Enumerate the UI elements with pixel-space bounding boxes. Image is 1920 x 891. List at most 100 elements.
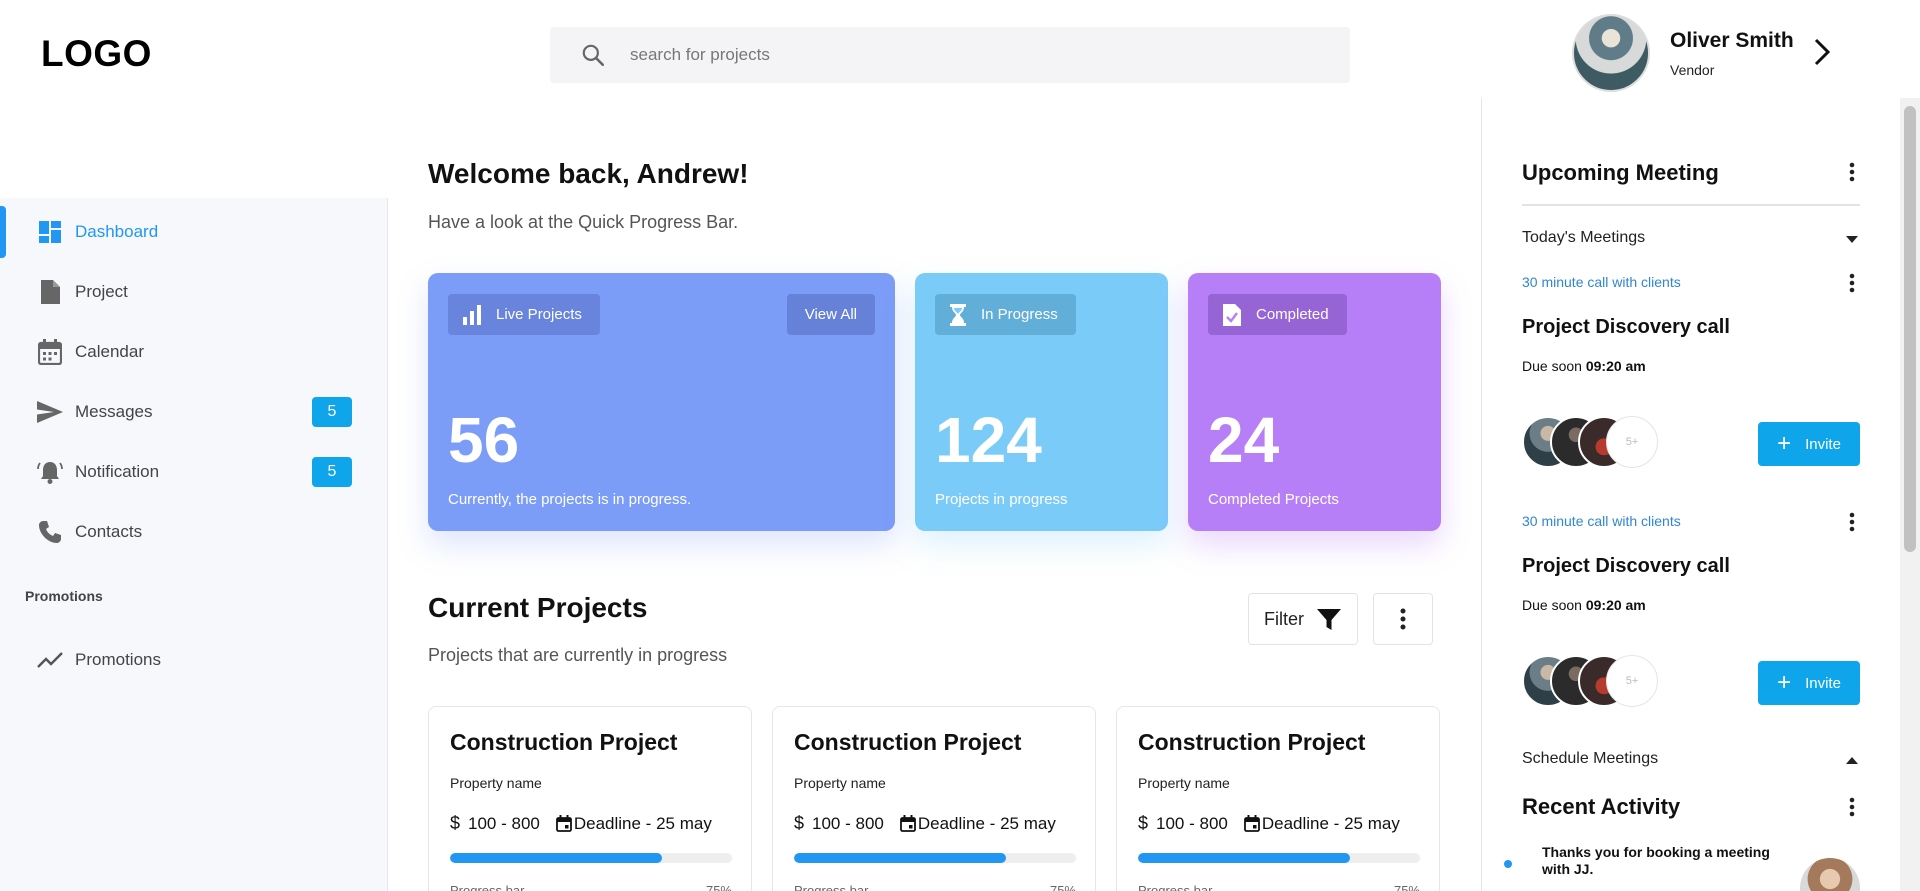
sidebar-item-project[interactable]: Project: [0, 266, 388, 318]
bell-icon: [37, 459, 63, 485]
progress-bar: [1138, 853, 1420, 863]
project-property: Property name: [794, 775, 886, 791]
project-title: Construction Project: [450, 729, 678, 755]
document-check-icon: [1223, 303, 1241, 326]
sidebar-item-calendar[interactable]: Calendar: [0, 326, 388, 378]
sidebar-item-label: Contacts: [75, 522, 143, 541]
project-meta: $ 100 - 800 Deadline - 25 may: [1138, 813, 1400, 834]
sidebar-section-title: Promotions: [25, 588, 103, 604]
meeting-link[interactable]: 30 minute call with clients: [1522, 274, 1681, 290]
project-property: Property name: [450, 775, 542, 791]
more-attendees-count: 5+: [1606, 416, 1658, 468]
sidebar-item-label: Project: [75, 282, 128, 301]
plus-icon: +: [1777, 430, 1792, 457]
todays-meetings-toggle[interactable]: Today's Meetings: [1522, 229, 1645, 247]
progress-fill: [450, 853, 662, 863]
user-role: Vendor: [1670, 61, 1715, 78]
progress-bar: [794, 853, 1076, 863]
caret-up-icon[interactable]: [1846, 757, 1858, 764]
more-options-button[interactable]: [1373, 593, 1433, 645]
project-price: 100 - 800: [1156, 813, 1228, 833]
progress-label: Progress bar: [450, 883, 525, 891]
page-title: Welcome back, Andrew!: [428, 158, 749, 189]
sidebar-item-label: Promotions: [75, 650, 161, 669]
phone-icon: [37, 519, 63, 545]
completed-card[interactable]: Completed 24 Completed Projects: [1188, 273, 1441, 531]
avatar: [1800, 858, 1860, 891]
project-deadline: Deadline - 25 may: [573, 813, 712, 833]
stat-number: 56: [448, 404, 520, 476]
progress-bar: [450, 853, 732, 863]
attendee-avatars[interactable]: 5+: [1522, 655, 1682, 707]
completed-chip: Completed: [1208, 294, 1347, 335]
meeting-title: Project Discovery call: [1522, 316, 1730, 338]
trending-icon: [37, 647, 63, 673]
funnel-icon: [1317, 609, 1341, 630]
view-all-button[interactable]: View All: [786, 294, 875, 335]
invite-button[interactable]: + Invite: [1758, 422, 1860, 466]
filter-button[interactable]: Filter: [1248, 593, 1358, 645]
kebab-menu-icon: [1400, 608, 1406, 630]
project-card[interactable]: Construction Project Property name $ 100…: [428, 706, 752, 891]
plus-icon: +: [1777, 669, 1792, 696]
kebab-menu-icon[interactable]: [1846, 160, 1858, 184]
progress-fill: [794, 853, 1006, 863]
schedule-meetings-toggle[interactable]: Schedule Meetings: [1522, 750, 1658, 768]
scrollbar[interactable]: [1900, 98, 1920, 891]
sidebar-item-notification[interactable]: Notification 5: [0, 446, 388, 498]
chip-label: Live Projects: [496, 306, 582, 323]
kebab-menu-icon[interactable]: [1846, 795, 1858, 819]
project-price: 100 - 800: [468, 813, 540, 833]
progress-label: Progress bar: [1138, 883, 1213, 891]
live-projects-card[interactable]: Live Projects View All 56 Currently, the…: [428, 273, 895, 531]
current-projects-title: Current Projects: [428, 592, 648, 623]
kebab-menu-icon[interactable]: [1846, 271, 1858, 295]
sidebar-item-label: Calendar: [75, 342, 144, 361]
sidebar-item-promotions[interactable]: Promotions: [0, 634, 388, 686]
logo[interactable]: LOGO: [41, 33, 152, 75]
project-price: 100 - 800: [812, 813, 884, 833]
in-progress-card[interactable]: In Progress 124 Projects in progress: [915, 273, 1168, 531]
search-input[interactable]: [630, 45, 1230, 65]
project-meta: $ 100 - 800 Deadline - 25 may: [794, 813, 1056, 834]
page-subtitle: Have a look at the Quick Progress Bar.: [428, 212, 739, 232]
project-card[interactable]: Construction Project Property name $ 100…: [772, 706, 1096, 891]
due-time: 09:20 am: [1585, 358, 1646, 374]
sidebar-item-messages[interactable]: Messages 5: [0, 386, 388, 438]
more-attendees-count: 5+: [1606, 655, 1658, 707]
stat-caption: Completed Projects: [1208, 491, 1339, 508]
divider: [1522, 204, 1860, 206]
meetings-panel: Upcoming Meeting Today's Meetings 30 min…: [1481, 98, 1920, 891]
project-deadline: Deadline - 25 may: [917, 813, 1056, 833]
activity-text: Thanks you for booking a meeting with JJ…: [1542, 844, 1770, 877]
project-title: Construction Project: [1138, 729, 1366, 755]
activity-dot: [1504, 860, 1512, 868]
attendee-avatars[interactable]: 5+: [1522, 416, 1682, 468]
document-icon: [37, 279, 63, 305]
project-card[interactable]: Construction Project Property name $ 100…: [1116, 706, 1440, 891]
due-prefix: Due soon: [1522, 358, 1582, 374]
kebab-menu-icon[interactable]: [1846, 510, 1858, 534]
recent-activity-title: Recent Activity: [1522, 794, 1681, 819]
sidebar-item-contacts[interactable]: Contacts: [0, 506, 388, 558]
user-name: Oliver Smith: [1670, 28, 1794, 52]
sidebar-item-dashboard[interactable]: Dashboard: [0, 206, 388, 258]
stat-number: 124: [935, 404, 1042, 476]
calendar-icon: [1243, 815, 1260, 832]
invite-button[interactable]: + Invite: [1758, 661, 1860, 705]
invite-label: Invite: [1805, 674, 1841, 692]
dashboard-icon: [37, 219, 63, 245]
scroll-thumb[interactable]: [1904, 106, 1916, 552]
progress-fill: [1138, 853, 1350, 863]
avatar[interactable]: [1572, 14, 1650, 92]
user-profile[interactable]: Oliver Smith Vendor: [1572, 14, 1831, 92]
app-root: LOGO Oliver Smith Vendor Dashboard Proje…: [0, 0, 1920, 891]
send-icon: [37, 399, 63, 425]
sidebar: Dashboard Project Calendar Messages 5 No…: [0, 198, 388, 891]
meeting-link[interactable]: 30 minute call with clients: [1522, 513, 1681, 529]
chevron-right-icon[interactable]: [1812, 37, 1832, 67]
stat-number: 24: [1208, 404, 1280, 476]
search-bar[interactable]: [550, 27, 1350, 83]
progress-value: 75%: [705, 883, 732, 891]
caret-down-icon[interactable]: [1846, 236, 1858, 243]
